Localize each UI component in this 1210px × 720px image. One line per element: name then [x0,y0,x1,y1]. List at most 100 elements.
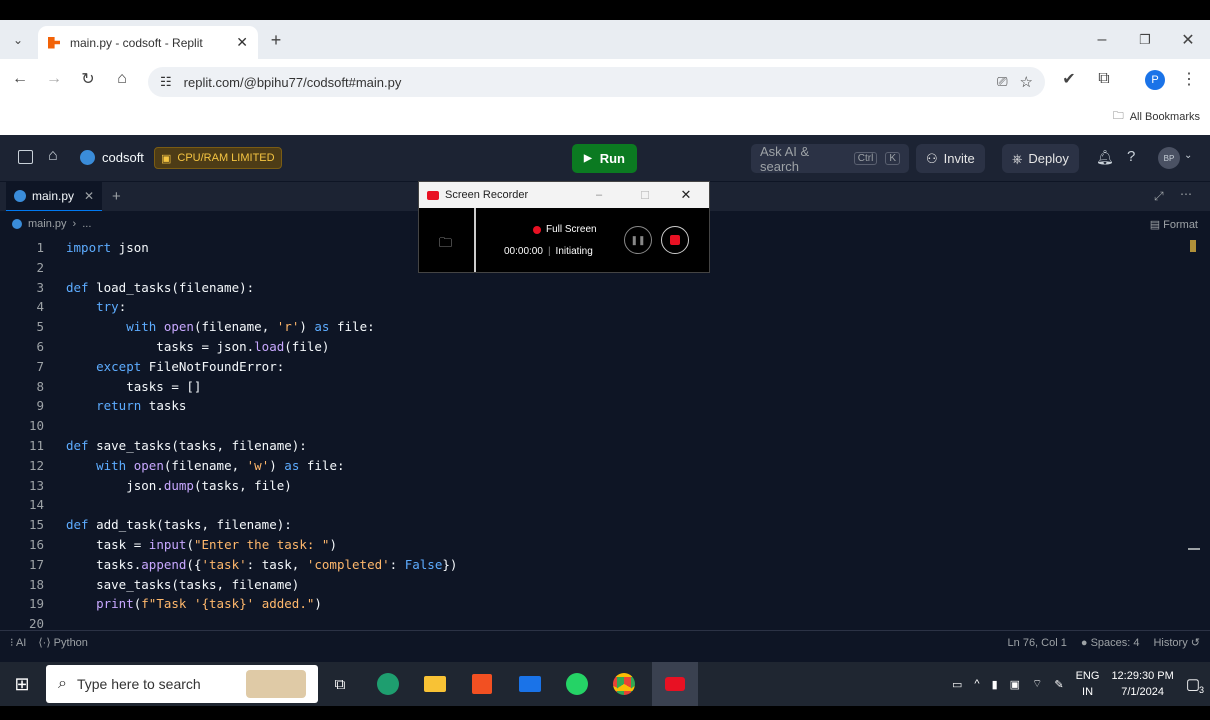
monitor-icon[interactable]: ▭ [952,678,962,691]
notification-center-icon[interactable]: ▢ 3 [1186,675,1204,695]
history-button[interactable]: History ↺ [1153,636,1200,649]
edge-icon[interactable] [368,662,408,706]
recorder-minimize-icon[interactable]: – [579,189,619,201]
code-line[interactable]: json.dump(tasks, file) [66,478,292,493]
code-line[interactable]: import json [66,240,149,255]
whatsapp-icon[interactable] [557,662,597,706]
more-options-icon[interactable]: ⋯ [1180,187,1192,201]
search-placeholder: Type here to search [76,676,201,692]
recorder-close-icon[interactable]: ✕ [671,187,701,203]
code-line[interactable]: def save_tasks(tasks, filename): [66,438,307,453]
code-line[interactable]: def load_tasks(filename): [66,280,254,295]
show-hidden-icons-icon[interactable]: ^ [974,678,979,690]
clock-time: 12:29:30 PM [1111,670,1174,682]
wifi-icon[interactable]: ⌔ [1032,677,1042,691]
battery-icon[interactable]: ▮ [992,678,998,691]
bookmark-star-icon[interactable]: ☆ [1020,73,1033,91]
code-line[interactable]: def add_task(tasks, filename): [66,517,292,532]
language-indicator[interactable]: ENG IN [1076,668,1100,700]
ask-ai-search[interactable]: Ask AI & search Ctrl K [751,144,909,174]
breadcrumb-file[interactable]: main.py [28,218,67,230]
code-line[interactable]: with open(filename, 'w') as file: [66,458,344,473]
reload-icon[interactable]: ↻ [74,65,102,93]
menu-dots-icon[interactable]: ⋮ [1175,65,1203,93]
code-line[interactable]: except FileNotFoundError: [66,359,284,374]
stop-button[interactable] [661,226,689,254]
code-line[interactable]: save_tasks(tasks, filename) [66,577,299,592]
install-app-icon[interactable]: ⎚ [997,74,1007,90]
replit-favicon-icon [48,36,60,49]
cpu-ram-badge[interactable]: ▣ CPU/RAM LIMITED [154,147,282,169]
code-editor[interactable]: 1 import json 2 3 def load_tasks(filename): 4… [0,240,1190,630]
windows-start-icon[interactable]: ⊞ [2,662,42,706]
close-tab-icon[interactable]: ✕ [236,34,248,51]
folder-icon[interactable]: 🗀 [439,234,452,256]
line-number: 10 [28,418,44,434]
all-bookmarks[interactable]: 🗀 All Bookmarks [1113,107,1200,126]
help-icon[interactable]: ? [1127,148,1135,165]
file-explorer-icon[interactable] [415,662,455,706]
browser-tab[interactable]: main.py - codsoft - Replit ✕ [38,26,258,59]
line-number: 17 [28,556,44,572]
breadcrumb-more[interactable]: ... [82,218,91,230]
taskbar-search[interactable]: ⌕ Type here to search [46,665,318,703]
extensions-icon[interactable]: ⧉ [1090,65,1118,93]
shortcut-k: K [885,152,900,165]
pen-icon[interactable]: ✎ [1054,678,1063,691]
run-button[interactable]: ▶ Run [572,144,637,173]
add-tab-icon[interactable]: + [112,188,121,205]
invite-button[interactable]: ⚇ Invite [916,144,985,173]
ai-status[interactable]: ⁝ AI [10,636,26,649]
task-view-icon[interactable]: ⧉ [320,662,360,706]
close-tab-icon[interactable]: ✕ [84,189,94,203]
site-info-icon[interactable]: ☷ [160,74,172,90]
scrollbar-thumb[interactable] [1188,548,1200,550]
checkmark-extension-icon[interactable]: ✔ [1055,65,1083,93]
chrome-icon[interactable] [604,662,644,706]
repl-name[interactable]: codsoft [102,150,144,165]
format-icon: ▤ [1149,218,1161,231]
pause-icon: ❚❚ [630,234,646,245]
profile-avatar[interactable]: P [1145,70,1165,90]
new-tab-button[interactable]: + [262,26,290,54]
code-line[interactable]: print(f"Task '{task}' added.") [66,596,322,611]
home-icon[interactable]: ⌂ [108,65,136,93]
code-line[interactable]: try: [66,299,126,314]
user-avatar[interactable]: BP [1158,147,1180,169]
code-line[interactable]: return tasks [66,398,186,413]
code-line[interactable]: tasks = json.load(file) [66,339,329,354]
clock-date: 7/1/2024 [1121,686,1165,698]
recorder-maximize-icon[interactable]: ☐ [625,189,665,202]
forward-icon[interactable]: → [40,65,68,93]
language-status[interactable]: ⟨·⟩ Python [38,636,88,649]
notifications-bell-icon[interactable]: 🔔︎ [1096,149,1114,166]
line-number: 12 [28,457,44,473]
recording-mode[interactable]: Full Screen [533,224,597,235]
code-line[interactable]: tasks.append({'task': task, 'completed':… [66,557,457,572]
tab-main-py[interactable]: main.py ✕ [6,182,102,212]
format-button[interactable]: ▤ Format [1150,218,1198,231]
deploy-button[interactable]: ⎈ Deploy [1002,144,1079,173]
code-line[interactable]: tasks = [] [66,379,201,394]
back-icon[interactable]: ← [6,65,34,93]
mail-icon[interactable] [510,662,550,706]
code-line[interactable]: with open(filename, 'r') as file: [66,319,374,334]
cursor-position[interactable]: Ln 76, Col 1 [1008,637,1067,649]
code-line[interactable]: task = input("Enter the task: ") [66,537,337,552]
microsoft-store-icon[interactable] [462,662,502,706]
close-window-icon[interactable]: ✕ [1174,26,1202,54]
screen-recorder-taskbar-icon[interactable] [652,662,698,706]
minimize-icon[interactable]: – [1088,26,1116,54]
spaces-setting[interactable]: ● Spaces: 4 [1081,637,1140,649]
clock[interactable]: 12:29:30 PM 7/1/2024 [1111,668,1173,700]
home-icon[interactable]: ⌂ [48,147,58,165]
pause-button[interactable]: ❚❚ [624,226,652,254]
address-bar[interactable]: ☷ replit.com/@bpihu77/codsoft#main.py ⎚ … [148,67,1045,97]
deploy-icon: ⎈ [1012,150,1023,166]
restore-icon[interactable]: ❐ [1131,26,1159,54]
sidebar-toggle-icon[interactable] [18,150,33,164]
app-tray-icon[interactable]: ▣ [1010,678,1020,691]
chevron-down-icon[interactable]: ⌄ [1184,150,1192,161]
maximize-icon[interactable]: ⤢ [1154,189,1164,204]
tab-search-icon[interactable]: ⌄ [4,26,32,54]
